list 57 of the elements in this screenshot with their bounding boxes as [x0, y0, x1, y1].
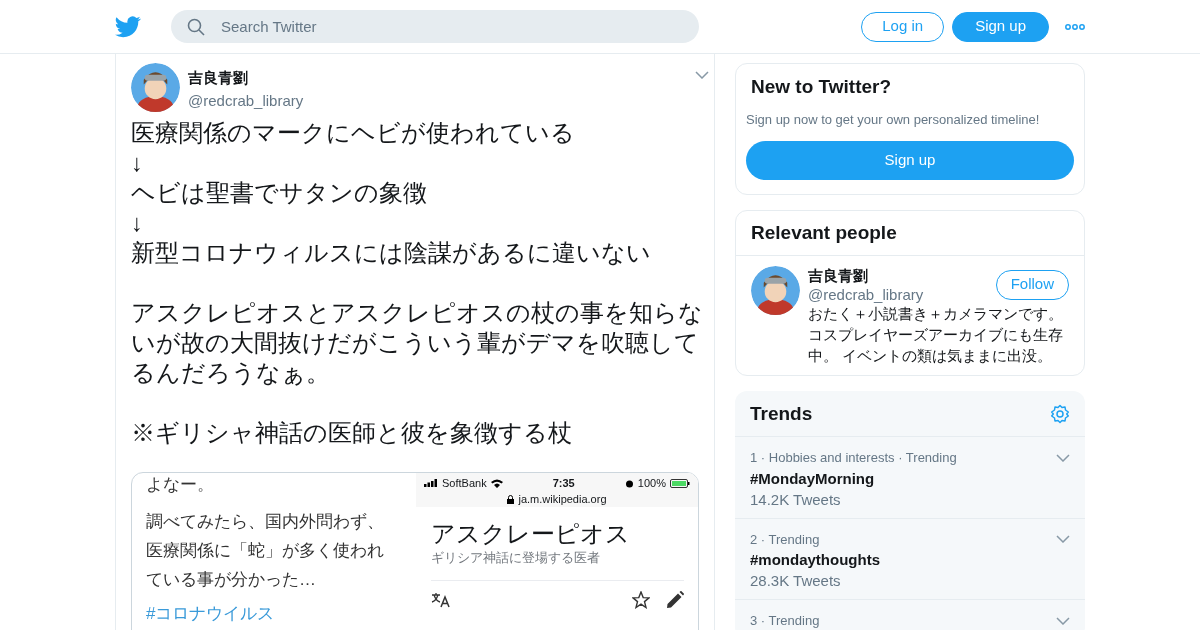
translate-icon[interactable]: [431, 591, 451, 608]
avatar[interactable]: [751, 265, 800, 315]
card-text: Sign up now to get your own personalized timeline!: [746, 110, 1041, 129]
article-subtitle: ギリシア神話に登場する医者: [431, 550, 601, 567]
trend-item[interactable]: 3 · Trending: [735, 599, 1085, 630]
person-bio: おたく＋小説書き＋カメラマンです。コスプレイヤーズアーカイブにも生存中。 イベントの類は気ままに出没。: [808, 304, 1064, 366]
chevron-down-icon[interactable]: [1056, 535, 1070, 544]
pencil-icon[interactable]: [666, 590, 684, 609]
image-text: 調べてみたら、国内外問わず、医療関係に「蛇」が多く使われている事が分かった…: [146, 511, 385, 591]
card-title: Relevant people: [750, 221, 898, 245]
tweet-count: 28.3K Tweets: [750, 571, 842, 591]
article-title: アスクレーピオス: [431, 519, 631, 549]
tweet-media[interactable]: よなー。 調べてみたら、国内外問わず、医療関係に「蛇」が多く使われている事が分かった… #コロナウイルス SoftBank 7:35 100% ja.m.wikipedia.org アスクレーピオス ギリシア神話に登場する医者: [131, 472, 699, 630]
trend-item[interactable]: 2 · Trending #mondaythoughts 28.3K Tweets: [735, 517, 1085, 599]
signup-button[interactable]: Sign up: [746, 141, 1074, 180]
person-name[interactable]: 吉良青劉: [808, 265, 996, 285]
signup-button[interactable]: Sign up: [952, 11, 1049, 42]
tweet-text: ※ギリシャ神話の医師と彼を象徴する杖: [131, 418, 573, 448]
settings-icon[interactable]: [1050, 403, 1070, 424]
chevron-down-icon[interactable]: [695, 71, 709, 79]
more-icon[interactable]: [1065, 23, 1085, 30]
follow-button[interactable]: Follow: [995, 269, 1069, 300]
tweet-text: ヘビは聖書でサタンの象徴: [131, 178, 428, 208]
battery-icon: [670, 478, 690, 488]
chevron-down-icon[interactable]: [1056, 616, 1070, 625]
tweet-text: 新型コロナウィルスには陰謀があるに違いない: [131, 238, 652, 268]
person-handle[interactable]: @redcrab_library: [808, 284, 996, 304]
image-hashtag: #コロナウイルス: [146, 603, 276, 625]
card-title: New to Twitter?: [750, 75, 893, 99]
tweet-text: アスクレピオスとアスクレピオスの杖の事を知らないが故の大間抜けだがこういう輩がデマを吹聴してるんだろうなぁ。: [131, 298, 704, 388]
trend-item[interactable]: 1 · Hobbies and interests · Trending #MondayMorning 14.2K Tweets: [735, 436, 1085, 518]
search-field[interactable]: Search Twitter: [171, 10, 699, 43]
clock-text: 7:35: [552, 475, 575, 491]
star-icon[interactable]: [632, 590, 650, 609]
author-handle[interactable]: @redcrab_library: [188, 89, 687, 112]
signal-icon: [424, 479, 438, 487]
wifi-icon: [490, 478, 503, 488]
author-name[interactable]: 吉良青劉: [188, 67, 687, 90]
battery-text: 100%: [637, 475, 666, 491]
trend-name: #mondaythoughts: [750, 550, 881, 570]
bird-logo[interactable]: [115, 15, 141, 38]
login-button[interactable]: Log in: [861, 11, 945, 42]
tweet-text: ↓: [131, 208, 144, 238]
image-text: よなー。: [146, 474, 215, 496]
trend-context: 3 · Trending: [750, 612, 821, 630]
trend-context: 2 · Trending: [750, 530, 821, 549]
tweet-count: 14.2K Tweets: [750, 489, 842, 510]
tweet-text: 医療関係のマークにヘビが使われている: [131, 118, 576, 148]
chevron-down-icon[interactable]: [1056, 453, 1070, 462]
card-title: Trends: [750, 401, 814, 426]
trend-context: 1 · Hobbies and interests · Trending: [750, 449, 958, 467]
trend-name: #MondayMorning: [750, 468, 876, 489]
carrier-text: SoftBank: [442, 475, 487, 491]
lock-icon: [507, 494, 515, 504]
tweet-text: ↓: [131, 148, 144, 178]
url-text: ja.m.wikipedia.org: [518, 492, 607, 507]
avatar[interactable]: [131, 63, 180, 112]
